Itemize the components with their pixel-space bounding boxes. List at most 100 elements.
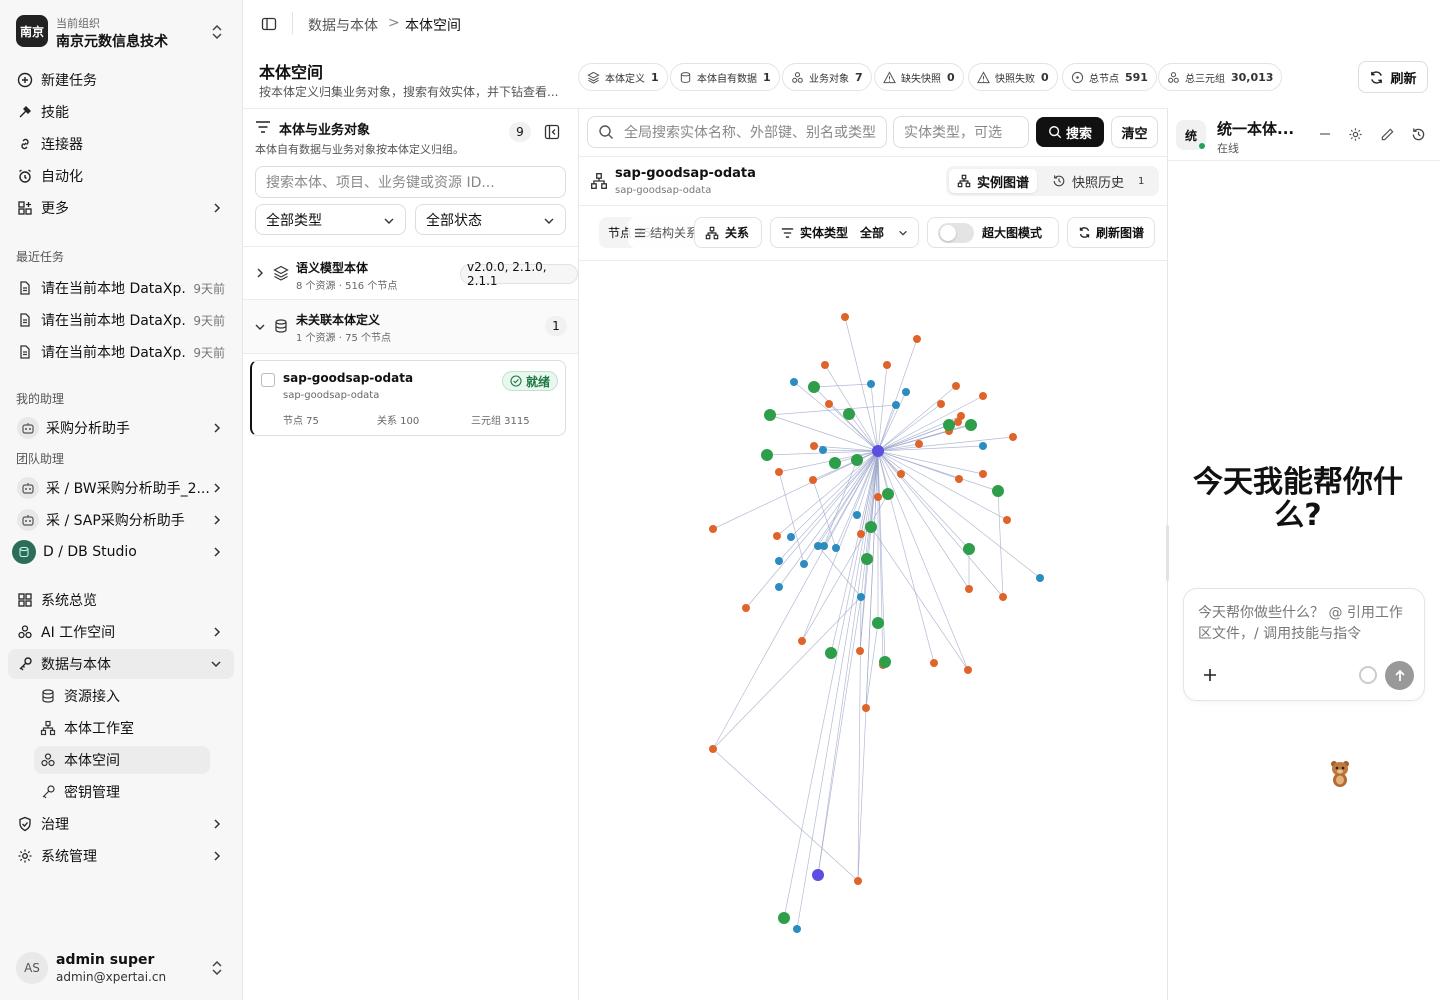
graph-node-relation[interactable] [814,542,822,550]
graph-node-property[interactable] [857,530,865,538]
nav-system-management[interactable]: 系统管理 [8,841,234,871]
breadcrumb-parent[interactable]: 数据与本体 [308,15,378,35]
entity-type-filter[interactable]: 实体类型 全部 [770,217,919,248]
nav-key-management[interactable]: 密钥管理 [34,778,210,806]
graph-node-entity[interactable] [992,485,1004,497]
mascot-icon[interactable] [1328,759,1352,787]
history-icon[interactable] [1411,127,1426,142]
org-logo[interactable]: 南京 [16,15,48,47]
graph-node-relation[interactable] [832,544,840,552]
nav-connectors[interactable]: 连接器 [8,129,234,159]
graph-node-entity[interactable] [965,419,977,431]
big-graph-toggle[interactable] [938,222,974,243]
graph-node-property[interactable] [954,418,962,426]
minimize-icon[interactable] [1318,127,1332,141]
graph-node-entity[interactable] [829,457,841,469]
refresh-button[interactable]: 刷新 [1358,61,1428,93]
graph-node-property[interactable] [952,382,960,390]
graph-node-property[interactable] [798,637,806,645]
recent-task-item[interactable]: 请在当前本地 DataXp... 9天前 [8,337,234,367]
type-filter-select[interactable]: 全部类型 [255,204,406,235]
graph-node-property[interactable] [979,392,987,400]
graph-node-property[interactable] [913,335,921,343]
edit-icon[interactable] [1380,127,1395,142]
nav-more[interactable]: 更多 [8,193,234,223]
graph-node-property[interactable] [964,666,972,674]
nav-skills[interactable]: 技能 [8,97,234,127]
org-name[interactable]: 南京元数信息技术 [56,31,168,51]
graph-node-property[interactable] [937,400,945,408]
instance-graph-canvas[interactable] [579,261,1167,1000]
plus-icon[interactable] [1202,667,1218,683]
graph-node-property[interactable] [1003,516,1011,524]
assistant-item[interactable]: 采 / BW采购分析助手_2... [8,473,234,503]
graph-node-property[interactable] [915,440,923,448]
graph-node-property[interactable] [862,704,870,712]
graph-node-property[interactable] [709,745,717,753]
graph-node-hub[interactable] [812,869,824,881]
voice-icon[interactable] [1359,666,1377,684]
graph-node-relation[interactable] [775,557,783,565]
graph-node-property[interactable] [775,468,783,476]
ontology-search-input[interactable]: 搜索本体、项目、业务键或资源 ID... [255,166,566,198]
graph-node-entity[interactable] [808,381,820,393]
status-filter-select[interactable]: 全部状态 [415,204,566,235]
graph-node-property[interactable] [883,361,891,369]
graph-node-entity[interactable] [879,656,891,668]
graph-node-entity[interactable] [963,543,975,555]
graph-node-property[interactable] [825,400,833,408]
clear-button[interactable]: 清空 [1111,116,1158,148]
structure-chip[interactable]: 结构关系 [628,217,698,248]
tab-snapshot-history[interactable]: 快照历史 1 [1044,169,1152,193]
send-button[interactable] [1385,661,1414,690]
graph-node-relation[interactable] [819,446,827,454]
nav-data-ontology[interactable]: 数据与本体 [8,649,234,679]
nav-automation[interactable]: 自动化 [8,161,234,191]
graph-node-entity[interactable] [825,647,837,659]
tab-instance-graph[interactable]: 实例图谱 [949,169,1038,193]
sidebar-toggle-icon[interactable] [261,16,277,32]
graph-node-property[interactable] [742,604,750,612]
graph-node-relation[interactable] [1036,574,1044,582]
graph-node-relation[interactable] [800,560,808,568]
graph-node-relation[interactable] [787,533,795,541]
recent-task-item[interactable]: 请在当前本地 DataXp... 9天前 [8,273,234,303]
graph-node-entity[interactable] [943,419,955,431]
graph-node-property[interactable] [999,593,1007,601]
resource-checkbox[interactable] [261,373,275,387]
gear-icon[interactable] [1348,127,1363,142]
graph-node-relation[interactable] [857,593,865,601]
graph-node-relation[interactable] [892,401,900,409]
graph-node-relation[interactable] [775,583,783,591]
graph-node-property[interactable] [965,585,973,593]
nav-ai-workspace[interactable]: AI 工作空间 [8,617,234,647]
graph-node-entity[interactable] [882,488,894,500]
graph-node-entity[interactable] [843,408,855,420]
graph-node-entity[interactable] [872,617,884,629]
graph-node-property[interactable] [979,470,987,478]
graph-node-property[interactable] [955,475,963,483]
search-button[interactable]: 搜索 [1036,117,1104,147]
graph-node-relation[interactable] [793,925,801,933]
user-menu-icon[interactable] [210,960,224,976]
nav-new-task[interactable]: 新建任务 [8,65,234,95]
ontology-group-row[interactable]: 语义模型本体 8 个资源 · 516 个节点 v2.0.0, 2.1.0, 2.… [243,246,578,300]
big-graph-mode[interactable]: 超大图模式 [927,217,1059,248]
nav-governance[interactable]: 治理 [8,809,234,839]
nav-overview[interactable]: 系统总览 [8,585,234,615]
org-switch-icon[interactable] [210,24,224,40]
graph-node-property[interactable] [874,493,882,501]
graph-node-relation[interactable] [979,442,987,450]
graph-node-entity[interactable] [778,912,790,924]
graph-node-property[interactable] [897,470,905,478]
resource-card[interactable]: sap-goodsap-odata sap-goodsap-odata 就绪 节… [250,360,566,436]
graph-node-entity[interactable] [861,553,873,565]
graph-node-relation[interactable] [790,378,798,386]
chat-input[interactable]: 今天帮你做些什么？ @ 引用工作区文件，/ 调用技能与指令 [1198,603,1412,645]
graph-node-property[interactable] [773,532,781,540]
collapse-panel-icon[interactable] [544,124,560,140]
refresh-graph-button[interactable]: 刷新图谱 [1067,217,1155,248]
recent-task-item[interactable]: 请在当前本地 DataXp... 9天前 [8,305,234,335]
nav-ontology-space[interactable]: 本体空间 [34,746,210,774]
relations-button[interactable]: 关系 [694,217,762,248]
